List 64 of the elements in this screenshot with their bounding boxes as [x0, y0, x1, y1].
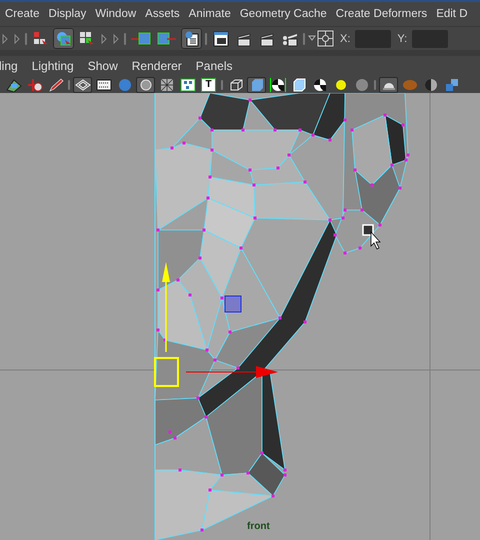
clapperboard-icon	[236, 30, 252, 46]
menu-item[interactable]: Edit D	[436, 8, 468, 20]
coordinate-label: X:	[340, 32, 350, 44]
panel-menu-item[interactable]: Renderer	[132, 59, 182, 73]
toolbar-separator-icon	[123, 30, 127, 46]
move-manipulator-drawing[interactable]	[154, 262, 278, 387]
menu-item[interactable]: Create Deformers	[336, 8, 428, 20]
menu-item[interactable]: Animate	[188, 8, 231, 20]
toolbar-separator-icon	[24, 30, 28, 46]
toolbar-separator-icon	[67, 78, 71, 92]
panel-tool-button[interactable]	[73, 76, 92, 92]
toolbar-separator-icon	[302, 30, 306, 46]
football-icon	[402, 78, 418, 92]
document-clock-icon	[184, 30, 200, 46]
panel-tool-button[interactable]	[268, 76, 287, 92]
panel-menu-item[interactable]: ling	[0, 59, 18, 73]
object-select-icon	[56, 30, 72, 46]
menu-item[interactable]: Window	[95, 8, 136, 20]
dots-icon	[180, 78, 196, 92]
input-arrow-icon	[131, 30, 151, 46]
toolbar-separator-icon	[373, 78, 377, 92]
panel-tool-button[interactable]	[136, 76, 155, 92]
wireframe-cross-icon	[158, 78, 174, 92]
menu-item[interactable]: Create	[5, 8, 40, 20]
coordinate-label: Y:	[397, 32, 408, 44]
cubes-icon	[444, 78, 460, 92]
component-select-icon	[78, 30, 94, 46]
coordinate-field[interactable]	[412, 30, 448, 48]
menu-item[interactable]: Geometry Cache	[240, 8, 327, 20]
pivot-icon	[26, 78, 42, 92]
panel-menu-item[interactable]: Lighting	[32, 59, 74, 73]
toolbar-separator-icon	[220, 78, 224, 92]
snap-crosshair-icon[interactable]	[308, 30, 334, 48]
panel-menu-item[interactable]: Panels	[196, 59, 232, 73]
toolbar-button[interactable]	[181, 28, 202, 49]
checker-ball-icon	[270, 78, 286, 92]
panel-tool-button[interactable]	[379, 76, 398, 92]
panel-tool-button[interactable]	[178, 76, 197, 92]
wireframe-cube-icon	[228, 78, 244, 92]
panel-menu-item[interactable]: Show	[88, 59, 118, 73]
clapperboard-icon	[258, 30, 274, 46]
toolbar-button[interactable]	[53, 28, 74, 49]
sphere-icon	[116, 78, 132, 92]
panel-tool-button[interactable]: T	[199, 76, 218, 92]
checker-ball-icon	[312, 78, 328, 92]
menu-item[interactable]: Display	[48, 8, 86, 20]
panel-tool-button[interactable]	[25, 76, 44, 92]
grid-icon	[74, 78, 90, 92]
camera-label: front	[247, 521, 270, 532]
toolbar-separator-icon	[204, 30, 208, 46]
shaded-sphere-icon	[354, 78, 370, 92]
selected-face-icon	[224, 296, 242, 312]
panel-tool-button[interactable]	[94, 76, 113, 92]
mouse-cursor-icon	[362, 224, 381, 250]
coordinate-field[interactable]	[355, 30, 392, 48]
render-window-icon	[212, 30, 228, 46]
camera-icon	[6, 78, 22, 92]
menu-item[interactable]: Assets	[145, 8, 180, 20]
half-sphere-icon	[422, 78, 438, 92]
hierarchy-select-icon	[32, 30, 48, 46]
output-arrow-icon	[157, 30, 177, 46]
panel-tool-button[interactable]	[4, 76, 23, 92]
circle-icon	[138, 78, 154, 92]
front-viewport[interactable]: front	[0, 93, 480, 540]
